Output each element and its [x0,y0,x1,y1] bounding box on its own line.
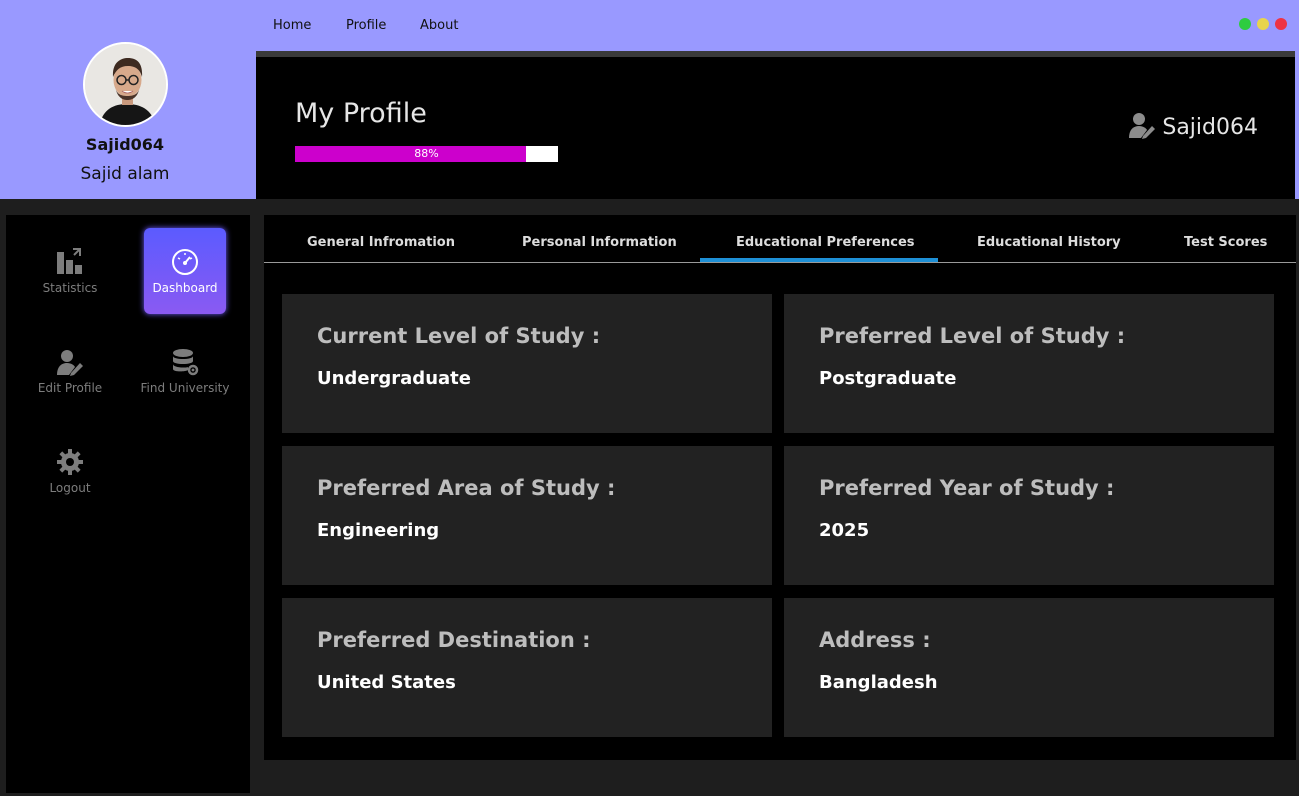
sidebar-item-dashboard[interactable]: Dashboard [144,228,226,314]
sidebar-item-label: Edit Profile [37,381,103,395]
info-card-current-level: Current Level of Study : Undergraduate [282,294,772,433]
profile-card: Sajid064 Sajid alam [0,0,256,199]
card-value: 2025 [819,520,870,541]
sidebar-item-find-university[interactable]: Find University [141,328,229,414]
tab-test-scores[interactable]: Test Scores [1184,235,1267,250]
card-label: Preferred Destination : [317,628,591,652]
sidebar-item-label: Logout [49,481,91,495]
card-value: United States [317,672,456,693]
nav-about-link[interactable]: About [420,18,458,33]
sidebar-item-edit-profile[interactable]: Edit Profile [29,328,111,414]
sidebar: Statistics Dashboard Edit Profile Find U… [6,215,250,793]
page-title: My Profile [295,98,427,129]
tab-educational-preferences[interactable]: Educational Preferences [736,235,915,250]
info-card-address: Address : Bangladesh [784,598,1274,737]
close-button[interactable] [1275,18,1287,30]
avatar[interactable] [83,42,168,127]
card-label: Current Level of Study : [317,324,601,348]
card-label: Preferred Area of Study : [317,476,616,500]
card-label: Preferred Level of Study : [819,324,1126,348]
tab-bar: General Infromation Personal Information… [264,215,1296,263]
info-card-preferred-area: Preferred Area of Study : Engineering [282,446,772,585]
header-user[interactable]: Sajid064 [1128,111,1258,143]
nav-profile-link[interactable]: Profile [346,18,386,33]
sidebar-item-label: Statistics [42,281,98,295]
profile-username: Sajid064 [85,135,165,154]
sidebar-item-logout[interactable]: Logout [29,428,111,514]
maximize-button[interactable] [1239,18,1251,30]
window-controls [1239,18,1287,30]
header-username: Sajid064 [1162,114,1258,140]
profile-full-name: Sajid alam [80,164,170,184]
profile-progress-bar: 88% [295,146,558,162]
sidebar-item-label: Dashboard [152,281,218,295]
database-gear-icon [171,348,199,376]
header-edge [1295,51,1299,199]
tab-general-information[interactable]: General Infromation [307,235,455,250]
user-edit-icon [1128,111,1156,143]
tab-personal-information[interactable]: Personal Information [522,235,677,250]
top-nav: Home Profile About [256,0,1299,51]
minimize-button[interactable] [1257,18,1269,30]
info-card-preferred-destination: Preferred Destination : United States [282,598,772,737]
speedometer-icon [171,248,199,276]
user-edit-icon [56,348,84,376]
card-value: Postgraduate [819,368,957,389]
header-panel: My Profile 88% Sajid064 [256,57,1295,199]
card-value: Bangladesh [819,672,938,693]
card-value: Undergraduate [317,368,471,389]
gear-icon [56,448,84,476]
sidebar-item-statistics[interactable]: Statistics [29,228,111,314]
sidebar-item-label: Find University [140,381,230,395]
card-label: Preferred Year of Study : [819,476,1115,500]
bar-chart-icon [56,248,84,276]
active-tab-indicator [700,258,938,262]
card-value: Engineering [317,520,440,541]
progress-label: 88% [414,147,439,160]
main-panel: General Infromation Personal Information… [264,215,1296,760]
card-label: Address : [819,628,931,652]
info-card-preferred-year: Preferred Year of Study : 2025 [784,446,1274,585]
nav-home-link[interactable]: Home [273,18,311,33]
tab-educational-history[interactable]: Educational History [977,235,1121,250]
info-card-preferred-level: Preferred Level of Study : Postgraduate [784,294,1274,433]
